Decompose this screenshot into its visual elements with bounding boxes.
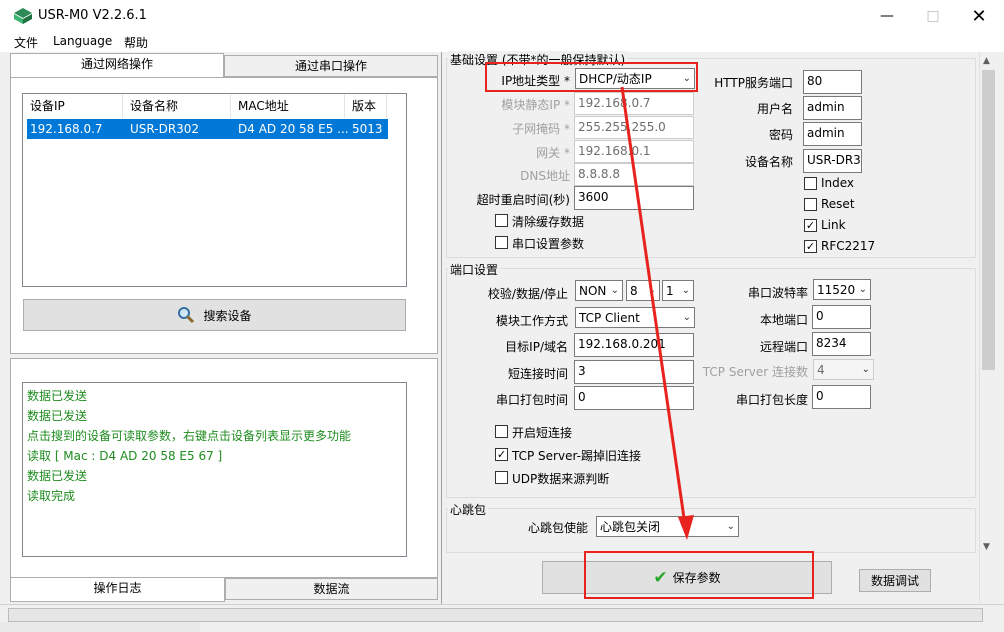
username-field[interactable]: admin <box>803 96 862 120</box>
pack-len-field[interactable]: 0 <box>812 385 871 409</box>
data-debug-button[interactable]: 数据调试 <box>859 569 931 592</box>
menu-language[interactable]: Language <box>53 34 112 48</box>
menu-help[interactable]: 帮助 <box>124 34 148 51</box>
heartbeat-title: 心跳包 <box>448 501 489 518</box>
tab-serial[interactable]: 通过串口操作 <box>224 55 438 77</box>
device-list[interactable]: 设备IP 设备名称 MAC地址 版本 192.168.0.7 USR-DR302… <box>22 93 407 287</box>
progress-bar <box>8 608 983 622</box>
timeout-label: 超时重启时间(秒) <box>476 193 570 207</box>
log-line: 读取 [ Mac : D4 AD 20 58 E5 67 ] <box>27 449 223 463</box>
link-label: Link <box>821 218 846 232</box>
tab-network[interactable]: 通过网络操作 <box>10 53 224 77</box>
local-port-label: 本地端口 <box>759 313 808 327</box>
password-field[interactable]: admin <box>803 122 862 146</box>
status-panel <box>0 622 200 632</box>
http-port-field[interactable]: 80 <box>803 70 862 94</box>
rfc2217-checkbox[interactable]: ✓ <box>804 240 817 253</box>
reset-label: Reset <box>821 197 855 211</box>
index-label: Index <box>821 176 855 190</box>
baud-value: 11520 <box>817 283 856 297</box>
data-debug-label: 数据调试 <box>870 574 919 588</box>
baud-select[interactable]: 11520 ⌄ <box>813 279 871 300</box>
reset-checkbox[interactable] <box>804 198 817 211</box>
column-header-ip[interactable]: 设备IP <box>23 94 123 118</box>
dns-label: DNS地址 <box>520 169 570 183</box>
title-bar <box>0 0 1004 32</box>
static-ip-label: 模块静态IP * <box>501 98 570 112</box>
close-icon[interactable]: ✕ <box>956 0 1002 32</box>
chevron-down-icon: ⌄ <box>726 521 735 532</box>
log-area[interactable]: 数据已发送 数据已发送 点击搜到的设备可读取参数，右键点击设备列表显示更多功能 … <box>22 382 407 557</box>
device-name-field[interactable]: USR-DR3 <box>803 149 862 173</box>
baud-label: 串口波特率 <box>747 286 808 300</box>
pack-len-label: 串口打包长度 <box>735 393 808 407</box>
search-button-label: 搜索设备 <box>203 308 252 323</box>
remote-port-label: 远程端口 <box>759 340 808 354</box>
cell-version: 5013 <box>352 122 383 136</box>
maximize-icon[interactable]: □ <box>910 0 956 32</box>
password-label: 密码 <box>768 128 793 142</box>
cell-ip: 192.168.0.7 <box>30 122 103 136</box>
device-name-label: 设备名称 <box>744 155 793 169</box>
app-logo-icon <box>14 8 32 24</box>
tcp-conn-value: 4 <box>817 363 825 377</box>
scroll-up-icon[interactable]: ▲ <box>983 56 990 66</box>
udp-source-label: UDP数据来源判断 <box>512 472 610 486</box>
window-title: USR-M0 V2.2.6.1 <box>38 8 147 23</box>
minimize-icon[interactable]: — <box>864 0 910 32</box>
local-port-field[interactable]: 0 <box>812 305 871 329</box>
scroll-down-icon[interactable]: ▼ <box>983 542 990 552</box>
chevron-down-icon: ⌄ <box>861 364 870 375</box>
tab-data-stream[interactable]: 数据流 <box>225 578 438 600</box>
pack-time-label: 串口打包时间 <box>495 393 568 407</box>
enable-short-checkbox[interactable] <box>495 425 508 438</box>
log-line: 数据已发送 <box>27 469 88 483</box>
target-ip-label: 目标IP/域名 <box>505 340 568 354</box>
clear-cache-label: 清除缓存数据 <box>512 215 585 229</box>
column-header-mac[interactable]: MAC地址 <box>231 94 345 118</box>
table-row[interactable]: 192.168.0.7 USR-DR302 D4 AD 20 58 E5 ...… <box>27 119 388 139</box>
enable-short-label: 开启短连接 <box>512 426 573 440</box>
clear-cache-checkbox[interactable] <box>495 214 508 227</box>
column-header-name[interactable]: 设备名称 <box>123 94 231 118</box>
cell-mac: D4 AD 20 58 E5 ... <box>238 122 349 136</box>
log-line: 数据已发送 <box>27 409 88 423</box>
remote-port-field[interactable]: 8234 <box>812 332 871 356</box>
port-settings-title: 端口设置 <box>448 261 501 278</box>
subnet-mask-label: 子网掩码 * <box>512 122 570 136</box>
annotation-arrow-icon <box>620 86 694 540</box>
chevron-down-icon: ⌄ <box>858 284 867 295</box>
parity-label: 校验/数据/停止 <box>487 287 568 301</box>
work-mode-label: 模块工作方式 <box>495 314 568 328</box>
kick-old-checkbox[interactable]: ✓ <box>495 448 508 461</box>
menu-bar <box>0 32 1004 52</box>
username-label: 用户名 <box>756 102 793 116</box>
http-port-label: HTTP服务端口 <box>714 76 793 90</box>
gateway-label: 网关 * <box>536 146 570 160</box>
search-icon <box>178 307 195 324</box>
menu-file[interactable]: 文件 <box>14 34 38 51</box>
column-header-version[interactable]: 版本 <box>345 94 387 118</box>
tab-operation-log[interactable]: 操作日志 <box>10 578 225 602</box>
scroll-thumb[interactable] <box>982 70 995 370</box>
heartbeat-enable-label: 心跳包使能 <box>527 521 588 535</box>
udp-source-checkbox[interactable] <box>495 471 508 484</box>
index-checkbox[interactable] <box>804 177 817 190</box>
log-line: 点击搜到的设备可读取参数，右键点击设备列表显示更多功能 <box>27 429 352 443</box>
search-device-button[interactable]: 搜索设备 <box>23 299 406 331</box>
annotation-highlight-save <box>584 551 814 599</box>
cell-name: USR-DR302 <box>130 122 200 136</box>
tcp-conn-select[interactable]: 4 ⌄ <box>813 359 874 380</box>
serial-params-label: 串口设置参数 <box>512 237 585 251</box>
rfc2217-label: RFC2217 <box>821 239 876 253</box>
log-line: 数据已发送 <box>27 389 88 403</box>
link-checkbox[interactable]: ✓ <box>804 219 817 232</box>
serial-params-checkbox[interactable] <box>495 236 508 249</box>
short-conn-label: 短连接时间 <box>507 367 568 381</box>
log-line: 读取完成 <box>27 489 76 503</box>
